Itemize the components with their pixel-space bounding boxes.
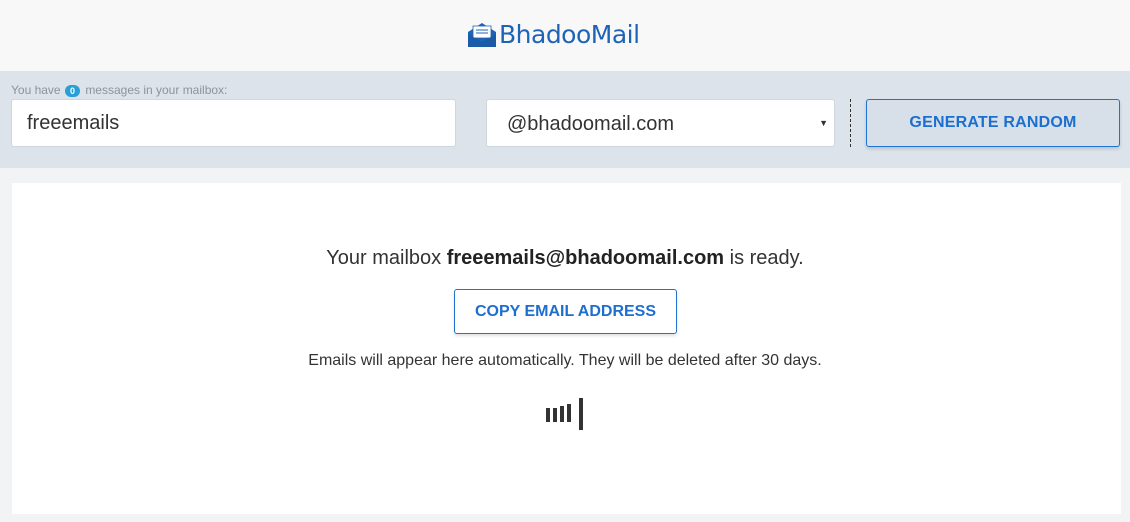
info-suffix: messages in your mailbox:	[85, 83, 228, 97]
toolbar-divider	[850, 99, 851, 147]
domain-select[interactable]: @bhadoomail.com ▼	[486, 99, 835, 147]
logo-text: BhadooMail	[499, 20, 640, 49]
loading-bars-icon	[546, 398, 586, 430]
message-count-badge: 0	[64, 85, 80, 97]
info-prefix: You have	[11, 83, 61, 97]
ready-prefix: Your mailbox	[326, 247, 442, 269]
auto-delete-note: Emails will appear here automatically. T…	[308, 352, 822, 369]
dropdown-arrow-icon: ▼	[819, 118, 828, 128]
header: BhadooMail	[0, 0, 1130, 71]
mailbox-address: freeemails@bhadoomail.com	[446, 247, 725, 269]
mailbox-ready-message: Your mailbox freeemails@bhadoomail.com i…	[0, 246, 1130, 270]
mailbox-info: You have 0 messages in your mailbox:	[11, 83, 227, 97]
copy-email-button[interactable]: COPY EMAIL ADDRESS	[454, 289, 677, 334]
username-input[interactable]	[11, 99, 456, 147]
generate-random-button[interactable]: GENERATE RANDOM	[866, 99, 1120, 147]
envelope-icon	[468, 23, 496, 47]
ready-suffix: is ready.	[729, 247, 804, 269]
logo[interactable]: BhadooMail	[467, 19, 640, 51]
mailbox-panel	[12, 183, 1121, 514]
domain-selected-value: @bhadoomail.com	[507, 113, 675, 135]
